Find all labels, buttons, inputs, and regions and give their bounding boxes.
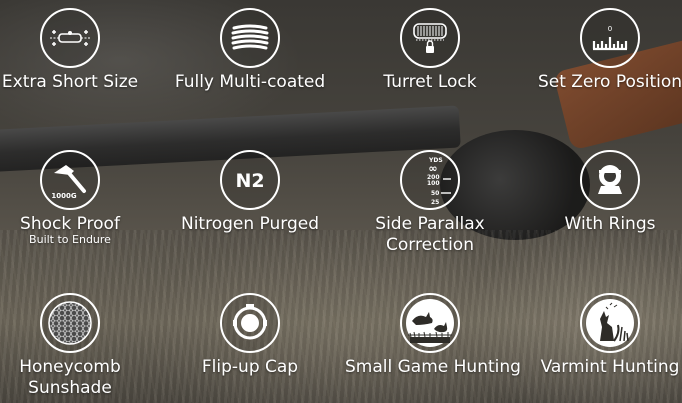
feature-sublabel: Built to Endure xyxy=(29,233,111,246)
feature-label: Fully Multi-coated xyxy=(174,72,326,92)
feature-extra-short-size: Extra Short Size xyxy=(0,8,155,93)
feature-label: With Rings xyxy=(564,214,656,234)
feature-nitrogen-purged: N2 Nitrogen Purged xyxy=(165,150,335,235)
feature-label-line2: Sunshade xyxy=(28,378,112,398)
coyote-icon xyxy=(580,293,640,353)
nitrogen-icon: N2 xyxy=(220,150,280,210)
feature-varmint-hunting: Varmint Hunting xyxy=(525,293,682,378)
feature-small-game-hunting: Small Game Hunting xyxy=(345,293,521,378)
turret-lock-icon xyxy=(400,8,460,68)
honeycomb-icon xyxy=(40,293,100,353)
scope-ring-icon xyxy=(580,150,640,210)
feature-turret-lock: Turret Lock xyxy=(345,8,515,93)
hammer-icon: 1000G xyxy=(40,150,100,210)
feature-label: Varmint Hunting xyxy=(540,357,680,377)
nitrogen-symbol: N2 xyxy=(235,170,264,192)
feature-label: Small Game Hunting xyxy=(345,357,521,377)
lens-coating-icon xyxy=(220,8,280,68)
flip-cap-icon xyxy=(220,293,280,353)
feature-label: Set Zero Position xyxy=(537,72,682,92)
shock-value: 1000G xyxy=(51,192,76,200)
feature-label: Honeycomb xyxy=(19,357,121,377)
feature-with-rings: With Rings xyxy=(525,150,682,235)
feature-side-parallax: YDS ∞ 200 100 50 25 Side Parallax Correc… xyxy=(345,150,515,256)
parallax-100: 100 xyxy=(427,180,440,187)
feature-label: Side Parallax xyxy=(375,214,485,234)
parallax-50: 50 xyxy=(431,190,439,197)
rabbit-icon xyxy=(400,293,460,353)
feature-honeycomb-sunshade: Honeycomb Sunshade xyxy=(0,293,155,399)
feature-flip-up-cap: Flip-up Cap xyxy=(165,293,335,378)
feature-label: Extra Short Size xyxy=(1,72,139,92)
feature-label: Flip-up Cap xyxy=(201,357,299,377)
feature-label: Turret Lock xyxy=(383,72,477,92)
feature-shock-proof: 1000G Shock Proof Built to Endure xyxy=(0,150,155,246)
feature-set-zero-position: 0 Set Zero Position xyxy=(525,8,682,93)
parallax-25: 25 xyxy=(431,199,439,206)
feature-fully-multi-coated: Fully Multi-coated xyxy=(165,8,335,93)
zero-digit: 0 xyxy=(608,25,612,33)
feature-label: Nitrogen Purged xyxy=(180,214,319,234)
parallax-dial-icon: YDS ∞ 200 100 50 25 xyxy=(400,150,460,210)
zero-scale-icon: 0 xyxy=(580,8,640,68)
compact-scope-icon xyxy=(40,8,100,68)
feature-label: Shock Proof xyxy=(20,214,120,234)
feature-label-line2: Correction xyxy=(386,235,474,255)
